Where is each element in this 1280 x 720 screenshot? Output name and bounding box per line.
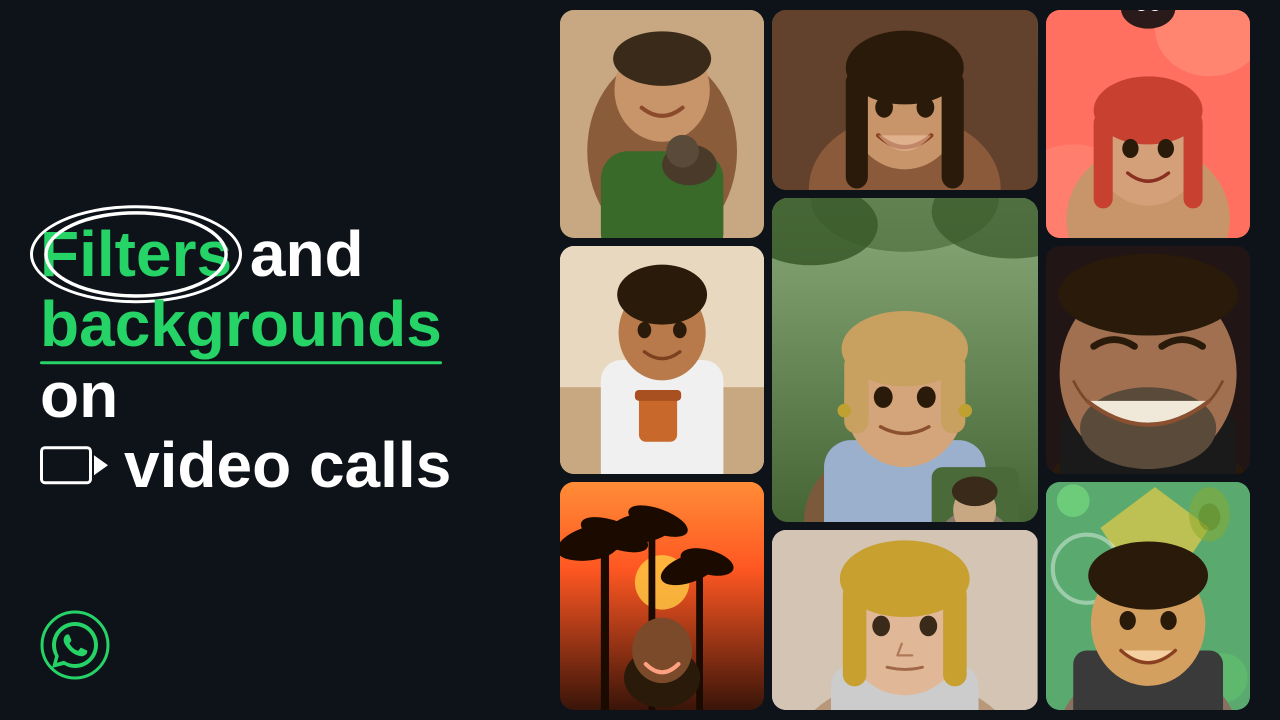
center-video xyxy=(772,198,1038,522)
whatsapp-svg-icon xyxy=(40,610,110,680)
backgrounds-word: backgrounds xyxy=(40,290,442,360)
thumb-person-dog xyxy=(560,10,764,238)
thumb-cartoon-red xyxy=(1046,10,1250,238)
whatsapp-logo xyxy=(40,610,110,680)
thumb-man-smiling xyxy=(1046,246,1250,474)
headline-line3: video calls xyxy=(40,430,460,500)
video-cam-icon xyxy=(40,447,108,485)
thumb-cartoon-green xyxy=(1046,482,1250,710)
cam-body xyxy=(40,447,92,485)
col-center: Warm − FILTERS BACKGR... xyxy=(772,10,1038,710)
headline-line2: backgrounds on xyxy=(40,290,460,431)
headline-line1: Filters and xyxy=(40,219,460,289)
filters-word: Filters xyxy=(40,219,232,289)
video-calls-text: video calls xyxy=(124,430,451,500)
col-right xyxy=(1046,10,1250,710)
filters-text: Filters xyxy=(40,218,232,290)
thumb-woman-top xyxy=(772,10,1038,190)
left-panel: Filters and backgrounds on video calls xyxy=(40,219,460,501)
cam-lens xyxy=(94,456,108,476)
thumb-person-coffee xyxy=(560,246,764,474)
and-word: and xyxy=(232,218,364,290)
thumb-palm-sunset xyxy=(560,482,764,710)
col-left xyxy=(560,10,764,710)
on-word: on xyxy=(40,359,118,431)
backgrounds-underline xyxy=(40,361,442,364)
headline: Filters and backgrounds on video calls xyxy=(40,219,460,501)
thumb-woman-plain xyxy=(772,530,1038,710)
video-grid: Warm − FILTERS BACKGR... xyxy=(560,10,1250,710)
center-main-phone: Warm − FILTERS BACKGR... xyxy=(772,198,1038,522)
backgrounds-text: backgrounds xyxy=(40,289,442,361)
